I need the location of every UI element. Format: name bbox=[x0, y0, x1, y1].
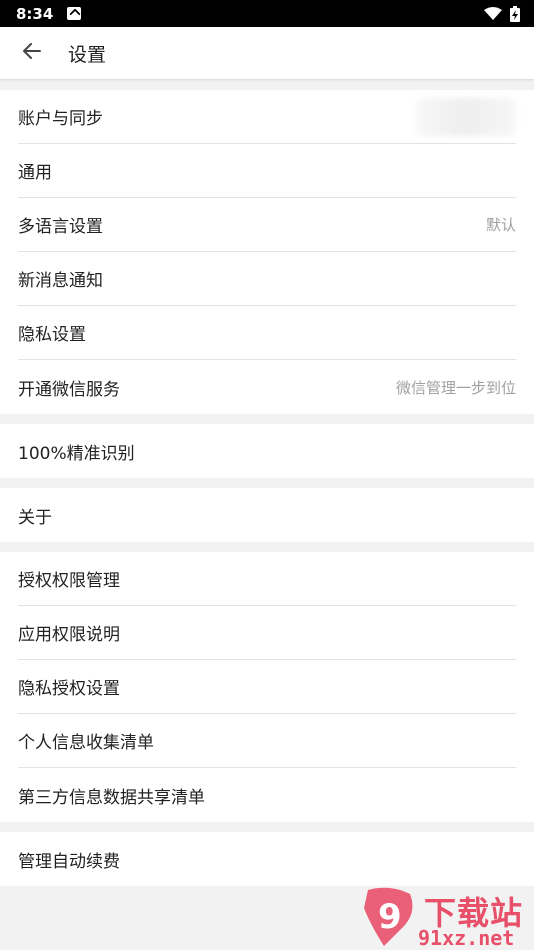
settings-group-recognition: 100%精准识别 bbox=[0, 424, 534, 478]
row-label: 100%精准识别 bbox=[18, 443, 135, 464]
row-label: 开通微信服务 bbox=[18, 379, 120, 400]
settings-group-main: 账户与同步 通用 多语言设置 默认 新消息通知 隐私设置 开通微信服务 微信管理… bbox=[0, 90, 534, 414]
row-label: 多语言设置 bbox=[18, 217, 103, 237]
row-label: 关于 bbox=[18, 507, 52, 528]
row-label: 个人信息收集清单 bbox=[18, 733, 154, 753]
row-label: 账户与同步 bbox=[18, 109, 103, 129]
wifi-icon bbox=[484, 6, 502, 21]
account-value-blurred bbox=[416, 97, 516, 136]
row-general[interactable]: 通用 bbox=[18, 144, 516, 198]
watermark-logo-text: 9 bbox=[378, 897, 402, 937]
row-label: 授权权限管理 bbox=[18, 571, 120, 591]
watermark: 9 下载站 91xz.net bbox=[360, 884, 530, 950]
row-accurate-recognition[interactable]: 100%精准识别 bbox=[18, 424, 516, 478]
row-privacy[interactable]: 隐私设置 bbox=[18, 306, 516, 360]
watermark-logo-icon: 9 bbox=[364, 887, 413, 946]
watermark-sub-text: 91xz.net bbox=[418, 926, 515, 950]
app-bar: 设置 bbox=[0, 27, 534, 80]
row-privacy-authorization[interactable]: 隐私授权设置 bbox=[18, 660, 516, 714]
battery-icon bbox=[510, 5, 520, 22]
status-bar: 8:34 bbox=[0, 0, 534, 27]
notification-icon bbox=[67, 7, 82, 20]
row-about[interactable]: 关于 bbox=[18, 488, 516, 542]
status-time: 8:34 bbox=[16, 4, 54, 23]
row-auto-renewal[interactable]: 管理自动续费 bbox=[18, 832, 516, 886]
row-permission-management[interactable]: 授权权限管理 bbox=[18, 552, 516, 606]
back-button[interactable] bbox=[0, 27, 64, 80]
row-account-sync[interactable]: 账户与同步 bbox=[18, 90, 516, 144]
row-wechat-service[interactable]: 开通微信服务 微信管理一步到位 bbox=[18, 360, 516, 414]
row-permission-explanation[interactable]: 应用权限说明 bbox=[18, 606, 516, 660]
row-language[interactable]: 多语言设置 默认 bbox=[18, 198, 516, 252]
row-value: 默认 bbox=[485, 216, 516, 234]
row-label: 第三方信息数据共享清单 bbox=[18, 787, 205, 808]
row-label: 管理自动续费 bbox=[18, 851, 120, 872]
row-label: 隐私授权设置 bbox=[18, 679, 120, 699]
row-value: 微信管理一步到位 bbox=[395, 378, 516, 397]
row-notifications[interactable]: 新消息通知 bbox=[18, 252, 516, 306]
row-label: 通用 bbox=[18, 163, 52, 183]
settings-group-renewal: 管理自动续费 bbox=[0, 832, 534, 886]
row-third-party-sharing-list[interactable]: 第三方信息数据共享清单 bbox=[18, 768, 516, 822]
row-personal-info-list[interactable]: 个人信息收集清单 bbox=[18, 714, 516, 768]
row-label: 应用权限说明 bbox=[18, 625, 120, 645]
page-title: 设置 bbox=[68, 43, 107, 66]
arrow-left-icon bbox=[23, 43, 41, 63]
row-label: 隐私设置 bbox=[18, 325, 86, 345]
row-label: 新消息通知 bbox=[18, 271, 103, 291]
settings-group-permissions: 授权权限管理 应用权限说明 隐私授权设置 个人信息收集清单 第三方信息数据共享清… bbox=[0, 552, 534, 822]
settings-group-about: 关于 bbox=[0, 488, 534, 542]
